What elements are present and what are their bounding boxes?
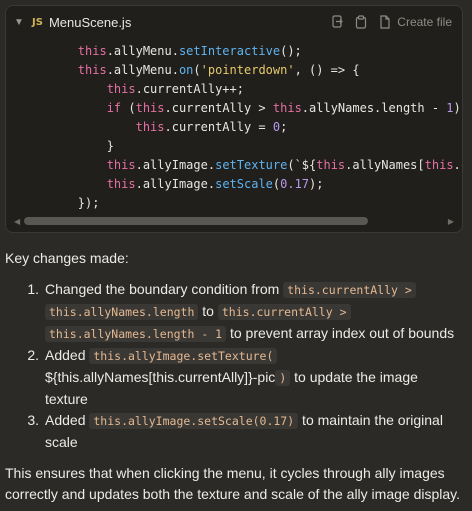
inline-code: this.currentAlly > [217, 304, 351, 320]
inline-code: this.allyImage.setScale(0.17) [89, 413, 299, 429]
code-token: this [106, 82, 136, 96]
list-item: 3. Added this.allyImage.setScale(0.17) to… [5, 410, 467, 453]
create-file-button[interactable]: Create file [378, 15, 452, 29]
text-run: to prevent array index out of bounds [226, 325, 455, 341]
code-token: ; [280, 120, 288, 134]
create-file-icon [378, 15, 392, 29]
code-token: setInteractive [178, 44, 281, 58]
horizontal-scrollbar[interactable]: ◀ ▶ [14, 216, 454, 226]
code-token: .currentAlly = [164, 120, 273, 134]
text-run: Changed the boundary condition from [45, 281, 284, 297]
code-token: }); [20, 196, 100, 210]
code-token: this [77, 63, 107, 77]
code-line: this.currentAlly++; [6, 80, 462, 99]
text-run: Added [45, 412, 90, 428]
code-token: setTexture [215, 158, 288, 172]
list-item-text: Added this.allyImage.setTexture( ${this.… [45, 345, 467, 410]
copy-icon[interactable] [354, 15, 368, 29]
code-token: this [77, 44, 107, 58]
code-line: if (this.currentAlly > this.allyNames.le… [6, 99, 462, 118]
code-content[interactable]: this.allyMenu.setInteractive(); this.all… [6, 42, 462, 214]
inline-code: this.allyNames.length - 1 [45, 326, 227, 342]
text-run: Added [45, 347, 90, 363]
code-token: .currentAlly > [164, 101, 273, 115]
code-token: this [272, 101, 302, 115]
code-token: on [178, 63, 194, 77]
code-token: ) { [453, 101, 461, 115]
list-item-text: Changed the boundary condition from this… [45, 279, 467, 345]
create-file-label: Create file [397, 15, 452, 29]
code-token: .allyImage. [135, 177, 216, 191]
code-line: this.allyImage.setScale(0.17); [6, 175, 462, 194]
code-token: ( [121, 101, 136, 115]
code-line: this.allyMenu.setInteractive(); [6, 42, 462, 61]
chevron-down-icon[interactable]: ▼ [14, 17, 28, 28]
code-token: this [424, 158, 454, 172]
code-token: , () => { [294, 63, 360, 77]
assistant-response: Key changes made: 1. Changed the boundary… [5, 248, 467, 505]
js-file-icon: JS [32, 16, 43, 28]
code-block: ▼ JS MenuScene.js Create file this.allyM… [5, 5, 463, 233]
list-item: 1. Changed the boundary condition from th… [5, 279, 467, 345]
changes-list: 1. Changed the boundary condition from th… [5, 279, 467, 453]
code-token: this [106, 177, 136, 191]
response-summary: This ensures that when clicking the menu… [5, 465, 461, 502]
code-token: .allyNames[ [345, 158, 425, 172]
code-token: .currentAlly++; [135, 82, 244, 96]
code-token: 'pointerdown' [200, 63, 295, 77]
code-token: this [316, 158, 346, 172]
code-token: .allyMenu. [106, 63, 179, 77]
list-item-number: 1. [27, 281, 39, 297]
code-token: .allyNames.length - [301, 101, 447, 115]
code-token: ); [309, 177, 324, 191]
inline-code: ) [275, 370, 291, 386]
code-line: } [6, 137, 462, 156]
inline-code: this.currentAlly > [283, 282, 416, 298]
list-item-number: 3. [27, 412, 39, 428]
scroll-left-icon[interactable]: ◀ [14, 217, 24, 226]
code-block-actions: Create file [330, 15, 452, 29]
code-token: this [135, 101, 165, 115]
text-run: ${this.allyNames[this.currentAlly]}-pic [45, 369, 276, 385]
list-item-text: Added this.allyImage.setScale(0.17) to m… [45, 410, 467, 453]
code-line: this.allyMenu.on('pointerdown', () => { [6, 61, 462, 80]
scroll-right-icon[interactable]: ▶ [444, 217, 454, 226]
code-line: this.currentAlly = 0; [6, 118, 462, 137]
response-intro: Key changes made: [5, 250, 129, 266]
code-token: } [20, 139, 114, 153]
scrollbar-thumb[interactable] [24, 217, 369, 225]
code-token: ( [193, 63, 201, 77]
list-item-number: 2. [27, 347, 39, 363]
code-token: this [106, 158, 136, 172]
code-block-header: ▼ JS MenuScene.js Create file [6, 6, 462, 38]
code-token: (); [280, 44, 302, 58]
code-token: if [106, 101, 122, 115]
code-token: setScale [215, 177, 273, 191]
inline-code: this.allyImage.setTexture( [89, 348, 278, 364]
inline-code: this.allyNames.length [45, 304, 199, 320]
code-token: 1 [446, 101, 454, 115]
list-item: 2. Added this.allyImage.setTexture( ${thi… [5, 345, 467, 410]
scrollbar-track[interactable] [24, 217, 444, 225]
code-token: this [135, 120, 165, 134]
code-token: 0.17 [280, 177, 310, 191]
code-line: }); [6, 194, 462, 213]
code-token: (`${ [287, 158, 317, 172]
code-block-filename: MenuScene.js [48, 14, 132, 30]
code-token: .allyMenu. [106, 44, 179, 58]
text-run: to [198, 303, 218, 319]
insert-icon[interactable] [330, 15, 344, 29]
code-line: this.allyImage.setTexture(`${this.allyNa… [6, 156, 462, 175]
code-token: .currentAlly]}-pic`); [453, 158, 462, 172]
code-token: .allyImage. [135, 158, 216, 172]
